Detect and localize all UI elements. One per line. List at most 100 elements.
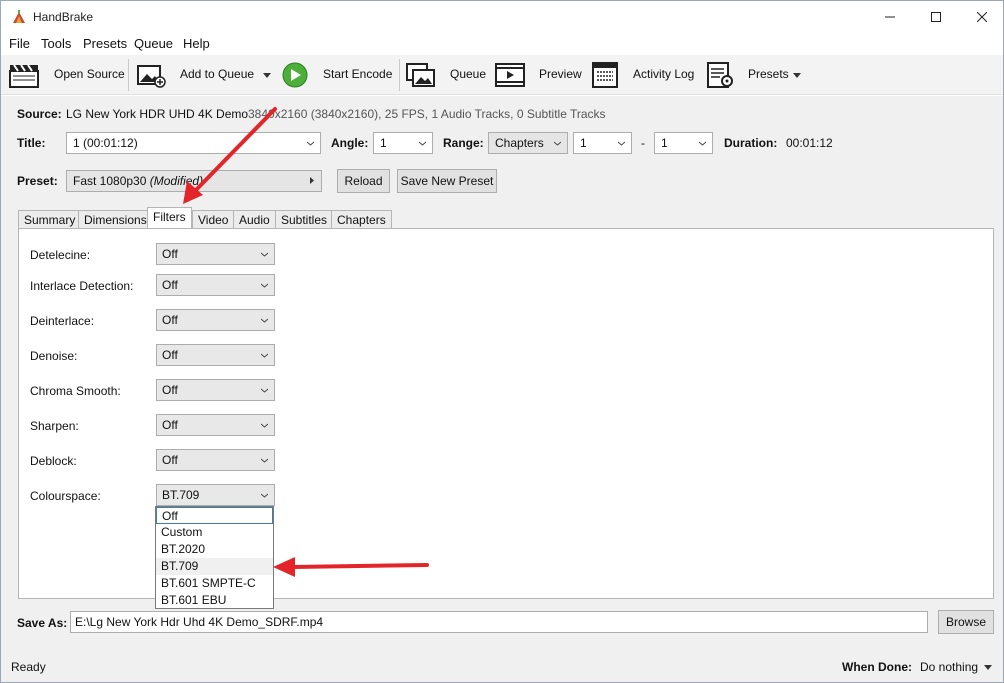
tab-filters[interactable]: Filters [147,207,192,228]
browse-button[interactable]: Browse [938,610,994,634]
toolbar-divider [399,59,400,91]
activity-log-icon [592,62,618,88]
window-title: HandBrake [33,10,94,24]
source-name: LG New York HDR UHD 4K Demo [66,107,249,121]
minimize-icon [885,16,895,18]
denoise-label: Denoise: [30,349,78,363]
handbrake-logo-icon [13,10,25,23]
tab-chapters[interactable]: Chapters [331,210,392,228]
save-new-preset-button[interactable]: Save New Preset [397,169,497,193]
angle-select[interactable]: 1 [373,132,433,154]
chevron-down-icon [261,252,268,257]
preset-modified: (Modified) [149,174,204,188]
menu-file[interactable]: File [9,36,30,51]
range-end-select[interactable]: 1 [654,132,713,154]
denoise-select[interactable]: Off [156,344,275,366]
interlace-detection-select[interactable]: Off [156,274,275,296]
colourspace-option-bt601-smpte-c[interactable]: BT.601 SMPTE-C [156,575,273,592]
menu-presets[interactable]: Presets [83,36,127,51]
title-select[interactable]: 1 (00:01:12) [66,132,321,154]
detelecine-label: Detelecine: [30,248,91,262]
colourspace-option-bt2020[interactable]: BT.2020 [156,541,273,558]
add-to-queue-label: Add to Queue [180,67,255,81]
clapperboard-icon [9,64,39,88]
tab-video[interactable]: Video [192,210,235,228]
menu-tools[interactable]: Tools [41,36,71,51]
add-image-icon [137,65,166,88]
handbrake-window: HandBrake File Tools Presets Queue Help … [0,0,1004,683]
colourspace-label: Colourspace: [30,489,101,503]
source-label: Source: [17,107,62,121]
duration-value: 00:01:12 [786,136,833,150]
title-value: 1 (00:01:12) [73,136,138,150]
chroma-smooth-select[interactable]: Off [156,379,275,401]
chroma-smooth-value: Off [162,383,178,397]
tab-dimensions[interactable]: Dimensions [78,210,153,228]
denoise-value: Off [162,348,178,362]
close-icon [977,12,987,22]
colourspace-option-off[interactable]: Off [156,507,273,524]
chevron-down-icon [699,141,706,146]
chevron-down-icon [618,141,625,146]
maximize-button[interactable] [913,1,959,33]
chevron-down-icon [261,353,268,358]
range-start-value: 1 [580,136,587,150]
preset-name: Fast 1080p30 [73,174,147,188]
range-end-value: 1 [661,136,668,150]
tab-summary[interactable]: Summary [18,210,82,228]
save-as-label: Save As: [17,616,68,630]
range-mode-select[interactable]: Chapters [488,132,568,154]
toolbar-divider [128,59,129,91]
queue-label: Queue [450,67,487,81]
colourspace-option-bt601-ebu[interactable]: BT.601 EBU [156,592,273,609]
source-info: 3840x2160 (3840x2160), 25 FPS, 1 Audio T… [248,107,606,121]
status-text: Ready [11,660,46,674]
sharpen-select[interactable]: Off [156,414,275,436]
colourspace-dropdown-list: Off Custom BT.2020 BT.709 BT.601 SMPTE-C… [155,506,274,609]
deinterlace-label: Deinterlace: [30,314,95,328]
colourspace-value: BT.709 [162,488,200,502]
chevron-down-icon [261,283,268,288]
deinterlace-value: Off [162,313,178,327]
when-done-value: Do nothing [920,660,979,674]
chevron-down-icon [307,141,314,146]
open-source-label: Open Source [54,67,125,81]
interlace-detection-label: Interlace Detection: [30,279,134,293]
colourspace-option-custom[interactable]: Custom [156,524,273,541]
preset-select[interactable]: Fast 1080p30 (Modified) [66,170,322,192]
range-mode-value: Chapters [495,136,544,150]
chevron-down-icon [261,318,268,323]
colourspace-option-bt709[interactable]: BT.709 [156,558,273,575]
presets-label: Presets [748,67,789,81]
status-bar: Ready When Done: Do nothing [1,650,1003,682]
preset-settings-icon [707,62,733,88]
reload-button[interactable]: Reload [337,169,390,193]
save-as-path-input[interactable]: E:\Lg New York Hdr Uhd 4K Demo_SDRF.mp4 [70,611,928,633]
chevron-down-icon [793,73,801,78]
angle-value: 1 [380,136,387,150]
interlace-detection-value: Off [162,278,178,292]
colourspace-select[interactable]: BT.709 [156,484,275,506]
chevron-down-icon [261,493,268,498]
preview-label: Preview [539,67,582,81]
tab-subtitles[interactable]: Subtitles [275,210,334,228]
start-encode-label: Start Encode [323,67,393,81]
tab-audio[interactable]: Audio [233,210,276,228]
range-start-select[interactable]: 1 [573,132,632,154]
menu-queue[interactable]: Queue [134,36,173,51]
toolbar: Open Source Add to Queue Start Encode Qu… [1,55,1003,95]
close-button[interactable] [959,1,1003,33]
range-dash: - [641,136,645,150]
menu-help[interactable]: Help [183,36,210,51]
deblock-select[interactable]: Off [156,449,275,471]
deinterlace-select[interactable]: Off [156,309,275,331]
chevron-down-icon [984,665,992,670]
deblock-value: Off [162,453,178,467]
chevron-down-icon [554,141,561,146]
menu-bar: File Tools Presets Queue Help [1,33,1003,55]
chevron-down-icon [263,73,271,78]
detelecine-select[interactable]: Off [156,243,275,265]
minimize-button[interactable] [867,1,913,33]
chroma-smooth-label: Chroma Smooth: [30,384,121,398]
detelecine-value: Off [162,247,178,261]
